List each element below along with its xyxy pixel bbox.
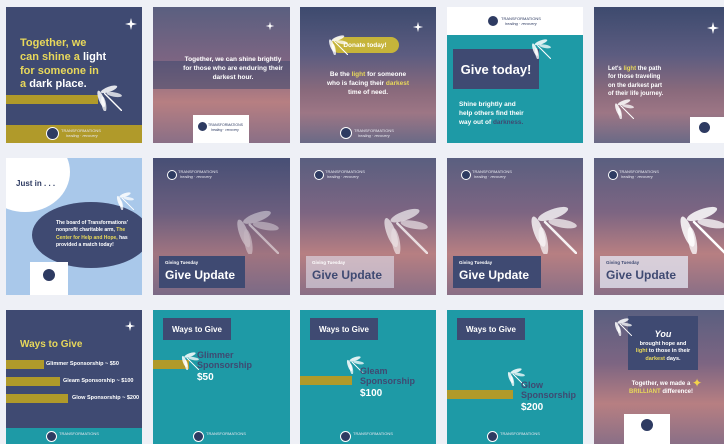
brand-name: TRANSFORMATIONS	[59, 431, 99, 436]
brand-tagline: healing · recovery	[474, 174, 506, 179]
brand-tagline: healing · recovery	[327, 174, 359, 179]
social-tile-light-the-path[interactable]: Let's light the path for those traveling…	[594, 7, 724, 143]
tier-3-label: Glow Sponsorship ~ $200	[72, 395, 140, 401]
brand-logo-icon	[340, 127, 352, 139]
update-headline: Give Update	[606, 268, 677, 282]
social-tile-together-light[interactable]: Together, we can shine a light for someo…	[6, 7, 142, 143]
brand-logo-icon	[197, 121, 208, 132]
sparkle-icon	[124, 320, 136, 332]
social-tile-donate-today[interactable]: Donate today! Be the light for someone w…	[300, 7, 436, 143]
brand-logo-icon	[314, 170, 324, 180]
tier-bar-3	[6, 394, 68, 403]
brand-logo-icon	[608, 170, 618, 180]
tile-body: Let's light the path for those traveling…	[608, 66, 664, 98]
dragonfly-icon	[116, 192, 134, 210]
tier-name: Gleam Sponsorship	[360, 366, 416, 387]
brand-tagline: healing · recovery	[66, 133, 98, 138]
title-box: Ways to Give	[310, 318, 378, 340]
kicker: Giving Tuesday	[312, 260, 346, 265]
dragonfly-icon	[96, 85, 122, 111]
tier-amount: $100	[360, 388, 383, 399]
headline-box: Give today!	[453, 49, 539, 89]
social-tile-just-in[interactable]: Just in . . . The board of Transformatio…	[6, 158, 142, 295]
update-headline: Give Update	[165, 268, 236, 282]
brand-logo-icon	[698, 121, 711, 134]
sparkle-icon	[125, 18, 137, 30]
social-tile-ways-to-give-list[interactable]: Ways to Give Glimmer Sponsorship ~ $50 G…	[6, 310, 142, 444]
update-headline: Give Update	[312, 268, 383, 282]
dragonfly-icon	[678, 206, 724, 254]
sparkle-emoji-icon: ✦	[692, 376, 703, 390]
title-box: Ways to Give	[163, 318, 231, 340]
brand-name: TRANSFORMATIONS	[500, 431, 540, 436]
dragonfly-icon	[614, 318, 632, 336]
update-headline: Give Update	[459, 268, 530, 282]
tier-1-label: Glimmer Sponsorship ~ $50	[46, 361, 119, 367]
brand-name: TRANSFORMATIONS	[353, 431, 393, 436]
tier-2-label: Gleam Sponsorship ~ $100	[63, 378, 134, 384]
brand-tagline: healing · recovery	[180, 174, 212, 179]
tile-body: Shine brightly and help others find thei…	[459, 101, 524, 127]
social-tile-ways-to-give-gleam[interactable]: Ways to Give Gleam Sponsorship $100 TRAN…	[300, 310, 436, 444]
tier-amount: $50	[197, 372, 214, 383]
brand-logo-icon	[461, 170, 471, 180]
brand-logo-icon	[42, 268, 56, 282]
tier-bar-2	[6, 377, 60, 386]
tier-name: Glow Sponsorship	[521, 380, 577, 401]
sparkle-icon	[707, 22, 719, 34]
social-tile-give-update-2[interactable]: TRANSFORMATIONS healing · recovery Givin…	[300, 158, 436, 295]
tile-headline: Together, we can shine a light for someo…	[20, 37, 107, 91]
sparkle-icon	[265, 21, 275, 31]
message-text: You brought hope and light to those in t…	[635, 329, 691, 362]
tile-body: Be the light for someone who is facing t…	[327, 71, 409, 97]
brand-logo-icon	[167, 170, 177, 180]
tier-bar	[300, 376, 352, 385]
brand-tagline: healing · recovery	[211, 128, 239, 132]
dragonfly-icon	[328, 35, 348, 55]
dragonfly-icon	[531, 39, 551, 59]
brand-logo-icon	[46, 431, 57, 442]
tier-bar	[447, 390, 513, 399]
social-tile-give-update-4[interactable]: TRANSFORMATIONS healing · recovery Givin…	[594, 158, 724, 295]
brand-logo-icon	[46, 127, 59, 140]
tile-body: The board of Transformations' nonprofit …	[56, 220, 129, 248]
brand-name: TRANSFORMATIONS	[208, 123, 243, 127]
brand-tagline: healing · recovery	[358, 133, 390, 138]
social-tile-brilliant-difference[interactable]: You brought hope and light to those in t…	[594, 310, 724, 444]
brand-logo-icon	[640, 418, 654, 432]
dragonfly-icon	[235, 210, 279, 254]
social-tile-ways-to-give-glow[interactable]: Ways to Give Glow Sponsorship $200 TRANS…	[447, 310, 583, 444]
social-tile-ways-to-give-glimmer[interactable]: Ways to Give Glimmer Sponsorship $50 TRA…	[153, 310, 290, 444]
dragonfly-icon	[382, 208, 428, 254]
social-tile-give-update-1[interactable]: TRANSFORMATIONS healing · recovery Givin…	[153, 158, 290, 295]
social-tile-give-update-3[interactable]: TRANSFORMATIONS healing · recovery Givin…	[447, 158, 583, 295]
social-tile-shine-brightly[interactable]: Together, we can shine brightly for thos…	[153, 7, 290, 143]
kicker: Giving Tuesday	[459, 260, 493, 265]
tier-bar-1	[6, 360, 44, 369]
brand-tagline: healing · recovery	[505, 21, 537, 26]
gold-bar	[6, 95, 98, 104]
social-tile-give-today[interactable]: TRANSFORMATIONS healing · recovery Give …	[447, 7, 583, 143]
tier-amount: $200	[521, 402, 544, 413]
dragonfly-icon	[529, 206, 577, 254]
tile-caption-text: Together, we can shine brightly for thos…	[183, 56, 283, 81]
brand-logo-icon	[487, 15, 499, 27]
sparkle-icon	[412, 21, 424, 33]
kicker: Giving Tuesday	[165, 260, 199, 265]
brand-logo-icon	[340, 431, 351, 442]
brand-logo-icon	[193, 431, 204, 442]
brand-tagline: healing · recovery	[621, 174, 653, 179]
justin-label: Just in . . .	[16, 179, 56, 188]
title-box: Ways to Give	[457, 318, 525, 340]
brand-name: TRANSFORMATIONS	[206, 431, 246, 436]
tile-title: Ways to Give	[20, 339, 83, 350]
kicker: Giving Tuesday	[606, 260, 640, 265]
brand-logo-icon	[487, 431, 498, 442]
tier-name: Glimmer Sponsorship	[197, 350, 253, 371]
dragonfly-icon	[614, 99, 634, 119]
